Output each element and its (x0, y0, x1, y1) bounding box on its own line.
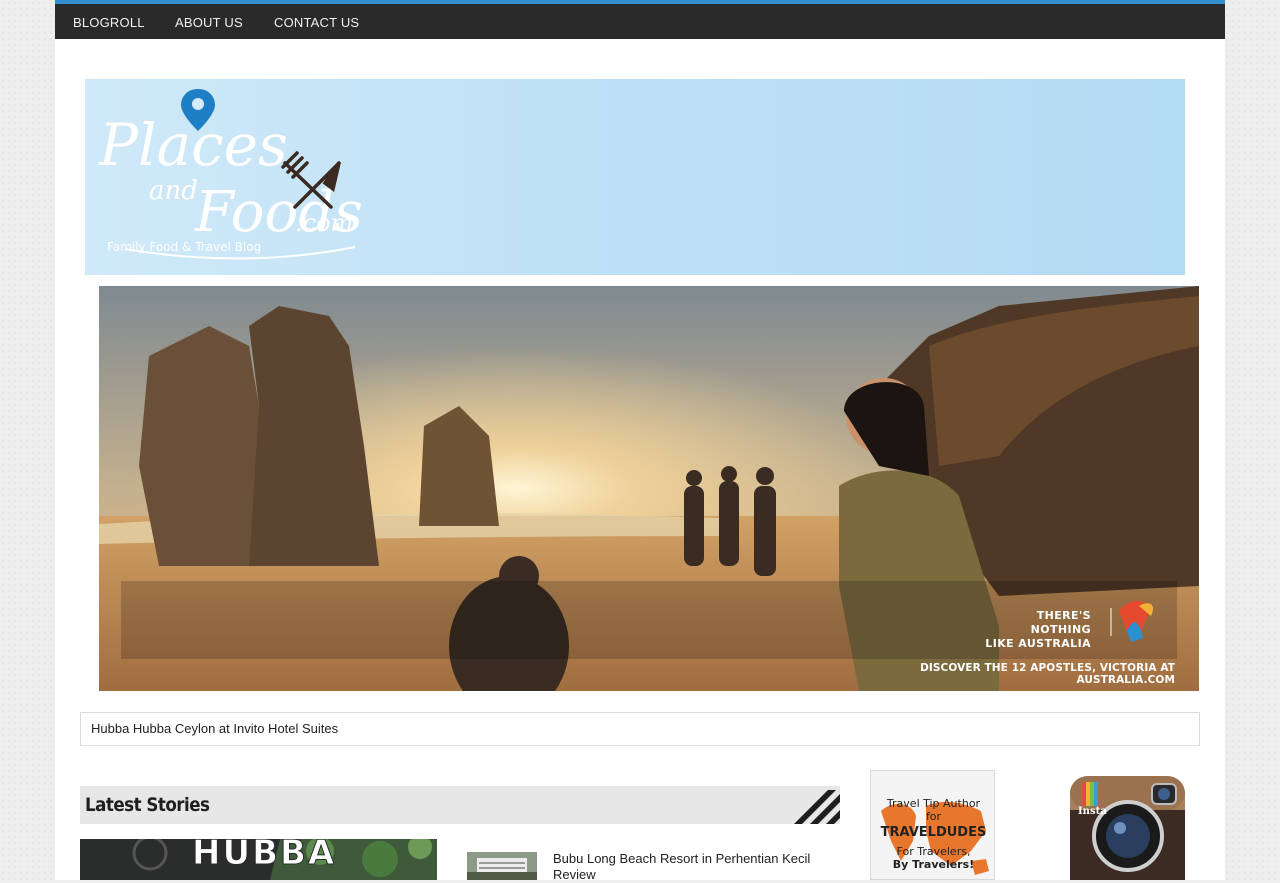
stripes-decoration (780, 786, 840, 824)
ad-tagline-line2: LIKE AUSTRALIA (985, 637, 1091, 650)
traveldudes-line3: For Travelers, (896, 845, 971, 858)
top-navigation: BLOGROLL ABOUT US CONTACT US (55, 0, 1225, 39)
australia-ad-banner[interactable]: THERE'S NOTHING LIKE AUSTRALIA DISCOVER … (99, 286, 1199, 691)
thumbnail-photo (467, 852, 537, 880)
site-header-banner[interactable]: Places and Foods .com Family Food & Trav… (85, 79, 1185, 275)
news-ticker: Hubba Hubba Ceylon at Invito Hotel Suite… (80, 712, 1200, 746)
nav-item-about-us[interactable]: ABOUT US (175, 4, 243, 39)
featured-story-image[interactable]: HUBBA (80, 839, 437, 880)
nav-item-blogroll[interactable]: BLOGROLL (73, 4, 145, 39)
logo-text-and: and (149, 176, 198, 206)
traveldudes-line4: By Travelers! (892, 858, 975, 871)
traveldudes-line1: Travel Tip Author (886, 797, 981, 810)
logo-text-places: Places (98, 111, 288, 179)
traveldudes-line2: for (925, 810, 942, 823)
logo-text-domain: .com (295, 209, 353, 237)
ticker-headline[interactable]: Hubba Hubba Ceylon at Invito Hotel Suite… (91, 713, 338, 745)
page-wrapper: BLOGROLL ABOUT US CONTACT US Places and … (55, 0, 1225, 883)
story-title-link[interactable]: Bubu Long Beach Resort in Perhentian Kec… (553, 851, 833, 883)
traveldudes-brand: TRAVELDUDES (880, 825, 987, 840)
traveldudes-text: Travel Tip Author for TRAVELDUDES For Tr… (871, 797, 994, 871)
featured-sign-text: HUBBA (191, 839, 337, 874)
story-thumbnail[interactable] (467, 852, 537, 880)
ad-cta[interactable]: DISCOVER THE 12 APOSTLES, VICTORIA AT AU… (839, 662, 1175, 686)
instagram-badge[interactable]: Insta (1070, 776, 1185, 880)
ad-tagline-line1: THERE'S NOTHING (1030, 609, 1091, 636)
instagram-camera-icon (1070, 776, 1185, 880)
nav-item-contact-us[interactable]: CONTACT US (274, 4, 359, 39)
logo-tagline: Family Food & Travel Blog (107, 240, 261, 254)
latest-stories-header: Latest Stories (80, 786, 840, 824)
site-logo[interactable]: Places and Foods .com Family Food & Trav… (85, 79, 1185, 275)
section-title: Latest Stories (85, 794, 210, 816)
traveldudes-badge[interactable]: Travel Tip Author for TRAVELDUDES For Tr… (870, 770, 995, 880)
ad-tagline: THERE'S NOTHING LIKE AUSTRALIA (981, 609, 1091, 651)
instagram-label: Insta (1078, 806, 1107, 817)
